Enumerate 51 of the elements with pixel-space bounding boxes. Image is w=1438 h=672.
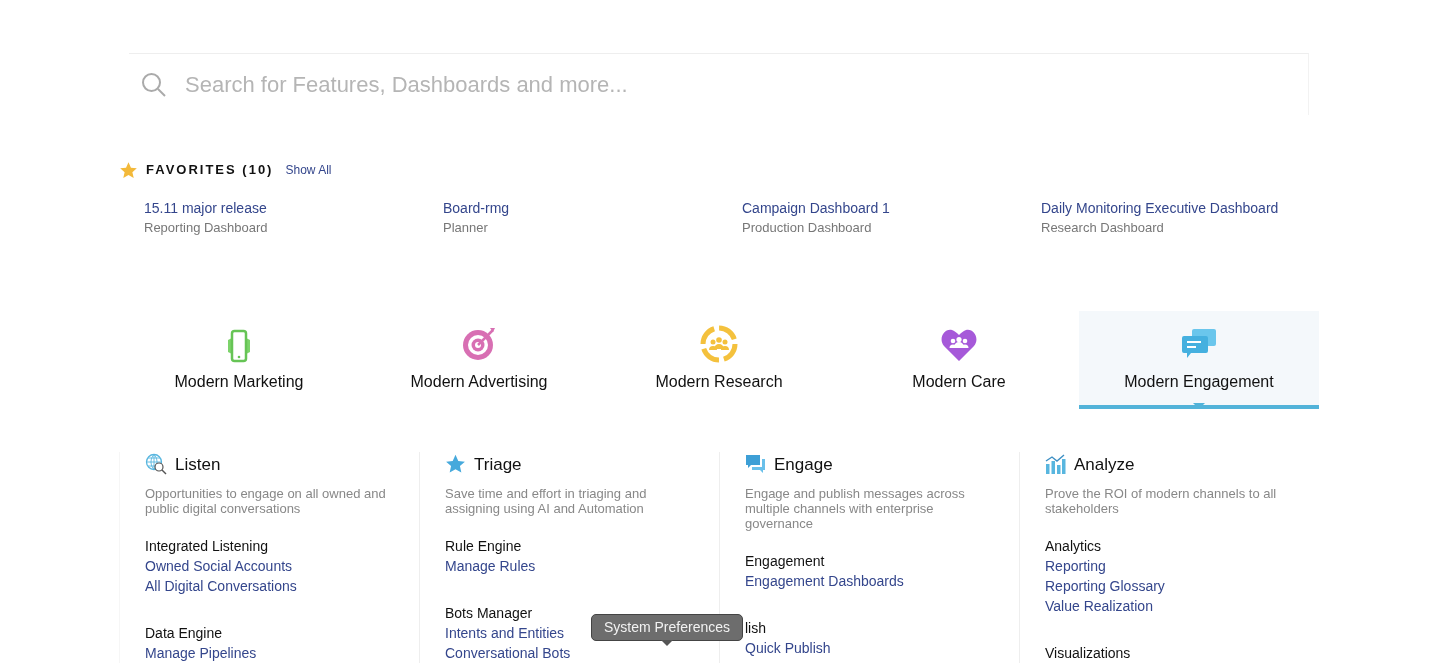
menu-link[interactable]: Manage Pipelines — [145, 643, 257, 663]
favorite-link[interactable]: Board-rmg — [443, 198, 717, 218]
group-heading: lish — [745, 619, 766, 638]
favorite-type: Planner — [443, 219, 489, 237]
star-icon — [445, 454, 466, 475]
menu-link[interactable]: Owned Social Accounts — [145, 556, 293, 576]
favorite-link[interactable]: Daily Monitoring Executive Dashboard — [1041, 198, 1315, 218]
product-tab[interactable]: Modern Engagement — [1079, 310, 1319, 409]
favorite-link[interactable]: Campaign Dashboard 1 — [742, 198, 1016, 218]
group-heading: Engagement — [745, 552, 825, 571]
favorite-type: Production Dashboard — [742, 219, 873, 237]
favorite-type: Reporting Dashboard — [144, 219, 269, 237]
menu-link[interactable]: Reporting — [1045, 556, 1106, 576]
menu-link[interactable]: Intents and Entities — [445, 623, 565, 643]
section-description: Save time and effort in triaging and assigning using AI and Automation — [445, 486, 648, 516]
search-field[interactable]: Search for Features, Dashboards and more... — [183, 67, 1083, 102]
menu-link[interactable]: Manage Rules — [445, 556, 536, 576]
section-title: FAVORITES (10) — [146, 161, 274, 180]
menu-link[interactable]: Value Realization — [1045, 596, 1153, 616]
product-tab[interactable]: Modern Advertising — [359, 310, 599, 409]
globe-search-icon — [145, 453, 167, 476]
product-tab[interactable]: Modern Care — [839, 310, 1079, 409]
group-heading: Data Engine — [145, 624, 223, 643]
favorite-type: Research Dashboard — [1041, 219, 1165, 237]
menu-link[interactable]: Reporting Glossary — [1045, 576, 1165, 596]
menu-link[interactable]: Quick Publish — [745, 638, 831, 658]
star-icon — [119, 160, 138, 180]
section-description: Prove the ROI of modern channels to all stakeholders — [1045, 486, 1278, 516]
menu-link[interactable]: All Digital Conversations — [145, 576, 297, 596]
section-title: Engage — [774, 453, 833, 476]
group-heading: Visualizations — [1045, 644, 1131, 663]
menu-link[interactable]: Engagement Dashboards — [745, 571, 904, 591]
section-title: Triage — [474, 453, 522, 476]
tooltip: System Preferences — [590, 614, 743, 648]
section-description: Opportunities to engage on all owned and public digital conversations — [145, 486, 387, 516]
menu-link[interactable]: Conversational Bots — [445, 643, 571, 663]
search-icon — [141, 71, 167, 98]
section-title: Analyze — [1074, 453, 1135, 476]
favorite-link[interactable]: 15.11 major release — [144, 198, 418, 218]
bar-chart-icon — [1045, 454, 1066, 475]
section-title: Listen — [175, 453, 221, 476]
people-cycle-icon — [700, 324, 738, 363]
product-tab[interactable]: Modern Research — [599, 310, 839, 409]
group-heading: Bots Manager — [445, 604, 533, 623]
group-heading: Rule Engine — [445, 537, 522, 556]
section-description: Engage and publish messages across multiple channels with enterprise governance — [745, 486, 966, 531]
show-all-link[interactable]: Show All — [285, 160, 332, 180]
chat-icon — [745, 454, 766, 475]
product-tab[interactable]: Modern Marketing — [119, 310, 359, 409]
group-heading: Integrated Listening — [145, 537, 268, 556]
group-heading: Analytics — [1045, 537, 1102, 556]
